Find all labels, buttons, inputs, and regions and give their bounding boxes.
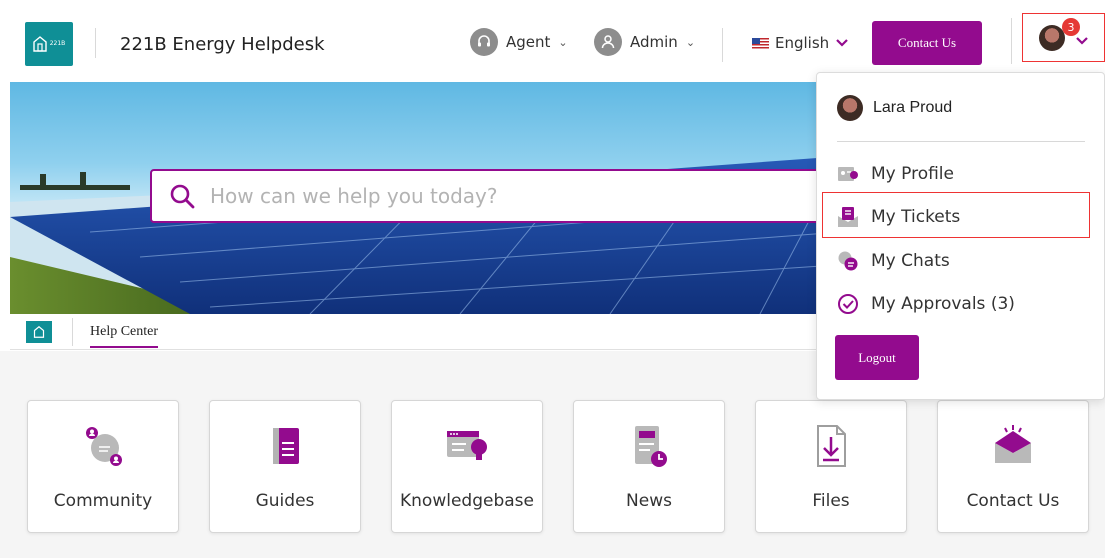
card-files[interactable]: Files: [755, 400, 907, 533]
user-avatar: [837, 95, 863, 121]
category-cards: Community Guides Knowledgebase News File…: [27, 400, 1089, 533]
knowledgebase-icon: [447, 431, 487, 460]
search-input[interactable]: [210, 184, 770, 208]
dropdown-user: Lara Proud: [837, 95, 952, 121]
menu-item-my-profile[interactable]: My Profile: [837, 163, 954, 185]
card-label: Guides: [255, 491, 315, 511]
files-icon: [817, 425, 846, 467]
subnav-divider: [72, 318, 73, 346]
menu-item-my-approvals[interactable]: My Approvals (3): [837, 293, 1015, 315]
guides-icon: [273, 428, 299, 464]
chevron-down-icon: ⌄: [558, 35, 568, 49]
menu-item-label: My Profile: [871, 164, 954, 184]
menu-item-label: My Approvals (3): [871, 294, 1015, 314]
my-tickets-highlight: [822, 192, 1090, 238]
card-community[interactable]: Community: [27, 400, 179, 533]
header-divider: [722, 28, 723, 62]
building-logo-icon: [33, 36, 47, 52]
user-avatar: [1038, 24, 1065, 51]
card-label: Knowledgebase: [400, 491, 534, 511]
search-bar[interactable]: [150, 169, 830, 223]
language-selector[interactable]: English: [752, 34, 849, 52]
card-news[interactable]: News: [573, 400, 725, 533]
headset-icon: [470, 28, 498, 56]
site-title[interactable]: 221B Energy Helpdesk: [120, 34, 325, 55]
chevron-down-icon: [836, 39, 848, 47]
admin-menu[interactable]: Admin ⌄: [594, 28, 695, 56]
chats-icon: [838, 251, 858, 271]
card-knowledgebase[interactable]: Knowledgebase: [391, 400, 543, 533]
card-label: News: [626, 491, 672, 511]
tab-help-center[interactable]: Help Center: [90, 324, 159, 348]
contact-us-button[interactable]: Contact Us: [872, 21, 982, 65]
site-logo[interactable]: 221B: [25, 22, 73, 66]
chevron-down-icon: ⌄: [685, 35, 696, 49]
dropdown-divider: [837, 141, 1085, 142]
admin-label: Admin: [630, 33, 678, 51]
mini-logo[interactable]: [26, 321, 52, 343]
card-contact-us[interactable]: Contact Us: [937, 400, 1089, 533]
us-flag-icon: [752, 37, 769, 49]
profile-icon: [838, 167, 858, 181]
menu-item-my-chats[interactable]: My Chats: [837, 250, 950, 272]
building-logo-icon: [33, 326, 45, 338]
notification-badge: 3: [1062, 18, 1080, 36]
community-icon: [86, 427, 122, 466]
card-label: Community: [53, 491, 153, 511]
card-label: Files: [812, 491, 850, 511]
contact-icon: [995, 425, 1031, 463]
card-label: Contact Us: [966, 491, 1060, 511]
menu-item-label: My Chats: [871, 251, 950, 271]
card-guides[interactable]: Guides: [209, 400, 361, 533]
news-icon: [635, 426, 667, 467]
user-name: Lara Proud: [873, 99, 953, 116]
header-divider: [1011, 18, 1012, 64]
agent-label: Agent: [506, 33, 551, 51]
search-icon: [170, 184, 195, 209]
logo-text: 221B: [49, 40, 66, 47]
language-label: English: [775, 34, 830, 52]
logout-button[interactable]: Logout: [835, 335, 919, 380]
agent-menu[interactable]: Agent ⌄: [470, 28, 568, 56]
top-header: 221B 221B Energy Helpdesk Agent ⌄ Admin …: [0, 0, 1105, 82]
admin-user-icon: [594, 28, 622, 56]
header-divider: [95, 28, 96, 58]
approvals-icon: [838, 294, 858, 314]
chevron-down-icon: [1075, 36, 1088, 45]
